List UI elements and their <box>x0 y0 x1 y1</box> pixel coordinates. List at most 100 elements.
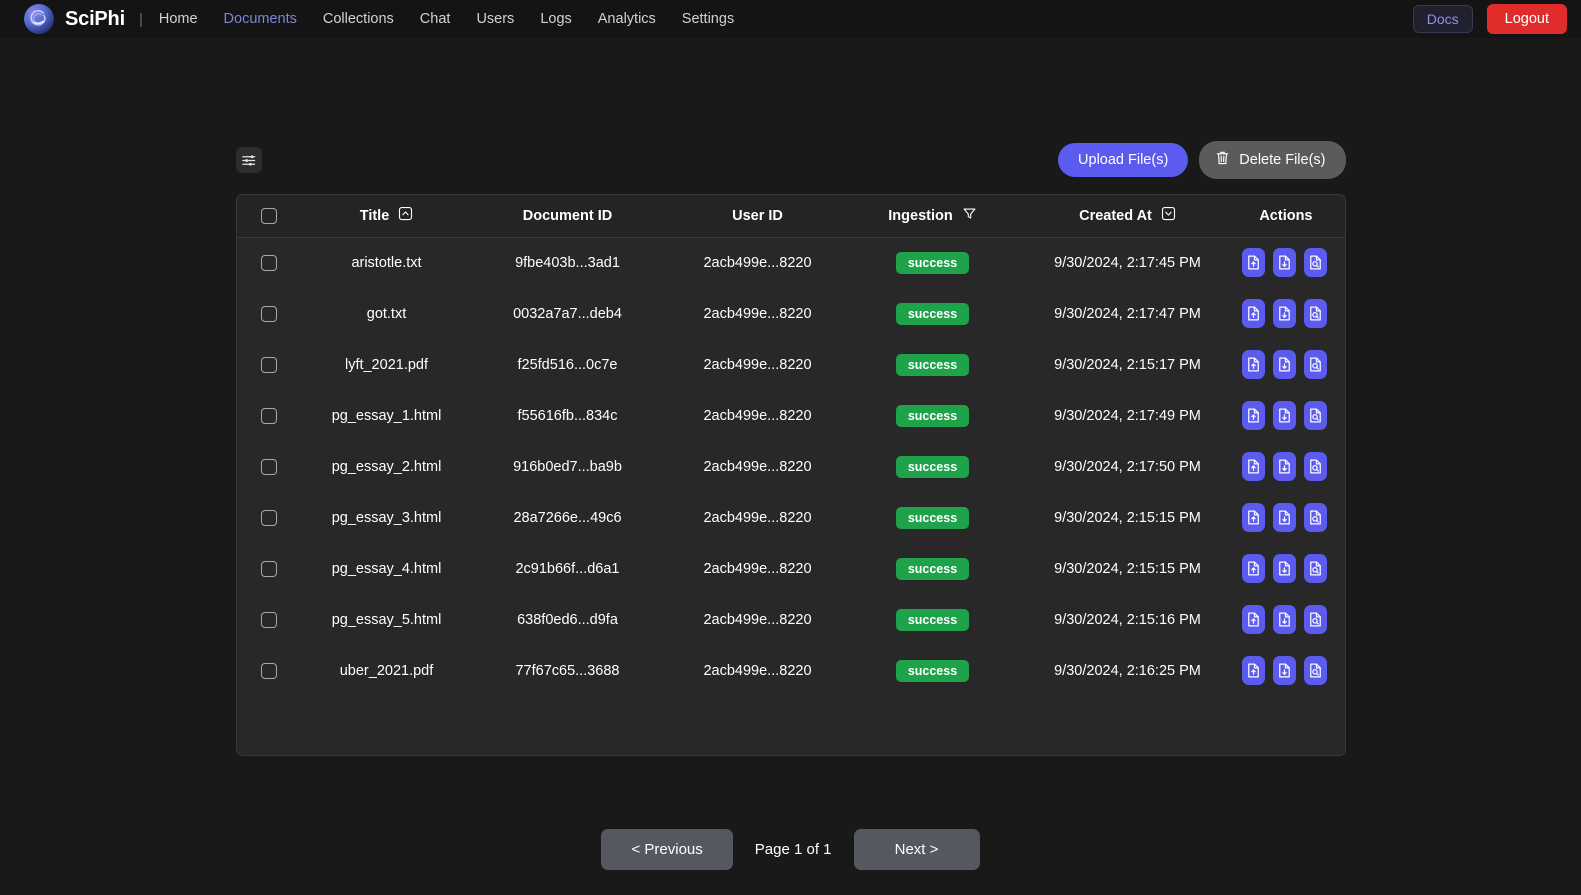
row-actions <box>1242 554 1345 583</box>
column-header-document-id[interactable]: Document ID <box>472 195 663 238</box>
delete-files-button[interactable]: Delete File(s) <box>1199 141 1346 179</box>
nav-link-analytics[interactable]: Analytics <box>598 11 656 27</box>
row-checkbox[interactable] <box>260 254 277 271</box>
cell-ingestion: success <box>853 441 1013 492</box>
brand-separator: | <box>138 10 143 28</box>
nav-link-chat[interactable]: Chat <box>420 11 451 27</box>
sort-ascending-icon[interactable] <box>398 206 413 225</box>
sliders-settings-icon[interactable] <box>235 147 262 173</box>
file-search-icon[interactable] <box>1303 248 1327 278</box>
row-checkbox[interactable] <box>260 356 277 373</box>
cell-created-at: 9/30/2024, 2:17:49 PM <box>1054 407 1201 424</box>
cell-document-id: 0032a7a7...deb4 <box>513 305 622 322</box>
file-search-icon[interactable] <box>1303 656 1327 685</box>
file-upload-icon[interactable] <box>1242 554 1266 583</box>
cell-user-id: 2acb499e...8220 <box>703 560 812 577</box>
file-upload-icon[interactable] <box>1242 350 1266 379</box>
table-body: aristotle.txt 9fbe403b...3ad1 2acb499e...8… <box>237 237 1345 696</box>
file-upload-icon[interactable] <box>1242 503 1266 532</box>
cell-actions <box>1242 390 1345 441</box>
cell-created-at: 9/30/2024, 2:15:17 PM <box>1054 356 1201 373</box>
row-checkbox[interactable] <box>260 509 277 526</box>
logout-button[interactable]: Logout <box>1486 4 1567 34</box>
file-download-icon[interactable] <box>1273 656 1296 685</box>
column-header-user-id[interactable]: User ID <box>662 195 853 238</box>
table-row[interactable]: pg_essay_1.html f55616fb...834c 2acb499e..… <box>237 390 1345 441</box>
row-checkbox[interactable] <box>260 560 277 577</box>
nav-link-documents[interactable]: Documents <box>224 11 297 27</box>
cell-actions <box>1242 237 1345 288</box>
upload-files-button[interactable]: Upload File(s) <box>1058 143 1189 177</box>
row-select-cell <box>237 237 301 288</box>
file-upload-icon[interactable] <box>1242 299 1266 328</box>
row-checkbox[interactable] <box>260 305 277 322</box>
file-download-icon[interactable] <box>1273 248 1296 278</box>
row-actions <box>1242 299 1345 328</box>
file-search-icon[interactable] <box>1303 554 1327 583</box>
file-search-icon[interactable] <box>1303 452 1327 481</box>
column-header-ingestion[interactable]: Ingestion <box>852 195 1013 238</box>
cell-title: aristotle.txt <box>351 254 422 271</box>
status-badge: success <box>895 353 970 376</box>
table-row[interactable]: uber_2021.pdf 77f67c65...3688 2acb499e...8… <box>237 645 1345 696</box>
row-checkbox[interactable] <box>260 407 277 424</box>
file-download-icon[interactable] <box>1273 299 1296 328</box>
cell-created-at: 9/30/2024, 2:15:16 PM <box>1054 611 1201 628</box>
file-search-icon[interactable] <box>1303 401 1327 430</box>
file-download-icon[interactable] <box>1273 350 1296 379</box>
row-actions <box>1242 605 1345 634</box>
select-all-checkbox[interactable] <box>260 207 277 224</box>
row-checkbox[interactable] <box>260 662 277 679</box>
nav-link-users[interactable]: Users <box>476 11 514 27</box>
row-checkbox[interactable] <box>260 611 277 628</box>
table-row[interactable]: pg_essay_3.html 28a7266e...49c6 2acb499e..… <box>237 492 1345 543</box>
file-download-icon[interactable] <box>1273 452 1296 481</box>
cell-user-id: 2acb499e...8220 <box>703 458 812 475</box>
nav-link-home[interactable]: Home <box>159 11 198 27</box>
cell-ingestion: success <box>853 594 1013 645</box>
table-row[interactable]: pg_essay_2.html 916b0ed7...ba9b 2acb499e..… <box>237 441 1345 492</box>
delete-files-label: Delete File(s) <box>1239 152 1326 168</box>
cell-document-id: 916b0ed7...ba9b <box>513 458 622 475</box>
table-row[interactable]: pg_essay_4.html 2c91b66f...d6a1 2acb499e..… <box>237 543 1345 594</box>
file-search-icon[interactable] <box>1303 503 1327 532</box>
row-select-cell <box>237 543 301 594</box>
column-header-title[interactable]: Title <box>300 195 473 238</box>
docs-button[interactable]: Docs <box>1412 5 1473 33</box>
file-download-icon[interactable] <box>1273 605 1296 634</box>
file-upload-icon[interactable] <box>1242 452 1266 481</box>
file-upload-icon[interactable] <box>1242 401 1266 430</box>
cell-document-id: 9fbe403b...3ad1 <box>515 254 620 271</box>
file-download-icon[interactable] <box>1273 554 1296 583</box>
previous-page-button[interactable]: < Previous <box>601 829 733 870</box>
table-row[interactable]: lyft_2021.pdf f25fd516...0c7e 2acb499e...8… <box>237 339 1345 390</box>
toolbar-action-buttons: Upload File(s) Delete File(s) <box>1058 141 1346 179</box>
next-page-button[interactable]: Next > <box>853 829 980 870</box>
cell-title: pg_essay_2.html <box>331 458 442 475</box>
file-search-icon[interactable] <box>1303 299 1327 328</box>
cell-created-at: 9/30/2024, 2:17:47 PM <box>1054 305 1201 322</box>
file-upload-icon[interactable] <box>1242 656 1266 685</box>
table-row[interactable]: got.txt 0032a7a7...deb4 2acb499e...8220 suc… <box>237 288 1345 339</box>
file-search-icon[interactable] <box>1303 350 1327 379</box>
status-badge: success <box>895 557 970 580</box>
top-navigation-bar: SciPhi | Home Documents Collections Chat… <box>0 0 1581 38</box>
nav-link-settings[interactable]: Settings <box>682 11 734 27</box>
table-row[interactable]: aristotle.txt 9fbe403b...3ad1 2acb499e...8… <box>237 237 1345 288</box>
file-search-icon[interactable] <box>1303 605 1327 634</box>
sort-descending-boxed-icon[interactable] <box>1161 206 1176 225</box>
file-download-icon[interactable] <box>1273 401 1296 430</box>
funnel-filter-icon[interactable] <box>962 206 977 225</box>
nav-link-collections[interactable]: Collections <box>323 11 394 27</box>
nav-link-logs[interactable]: Logs <box>540 11 571 27</box>
table-row[interactable]: pg_essay_5.html 638f0ed6...d9fa 2acb499e..… <box>237 594 1345 645</box>
file-upload-icon[interactable] <box>1242 248 1266 278</box>
documents-table: Title Document ID User ID Ingestion Crea… <box>236 195 1345 696</box>
row-checkbox[interactable] <box>260 458 277 475</box>
cell-user-id: 2acb499e...8220 <box>703 407 812 424</box>
status-badge: success <box>895 404 970 427</box>
file-download-icon[interactable] <box>1273 503 1296 532</box>
column-header-created-at[interactable]: Created At <box>1012 195 1243 238</box>
file-upload-icon[interactable] <box>1242 605 1266 634</box>
row-select-cell <box>237 645 301 696</box>
